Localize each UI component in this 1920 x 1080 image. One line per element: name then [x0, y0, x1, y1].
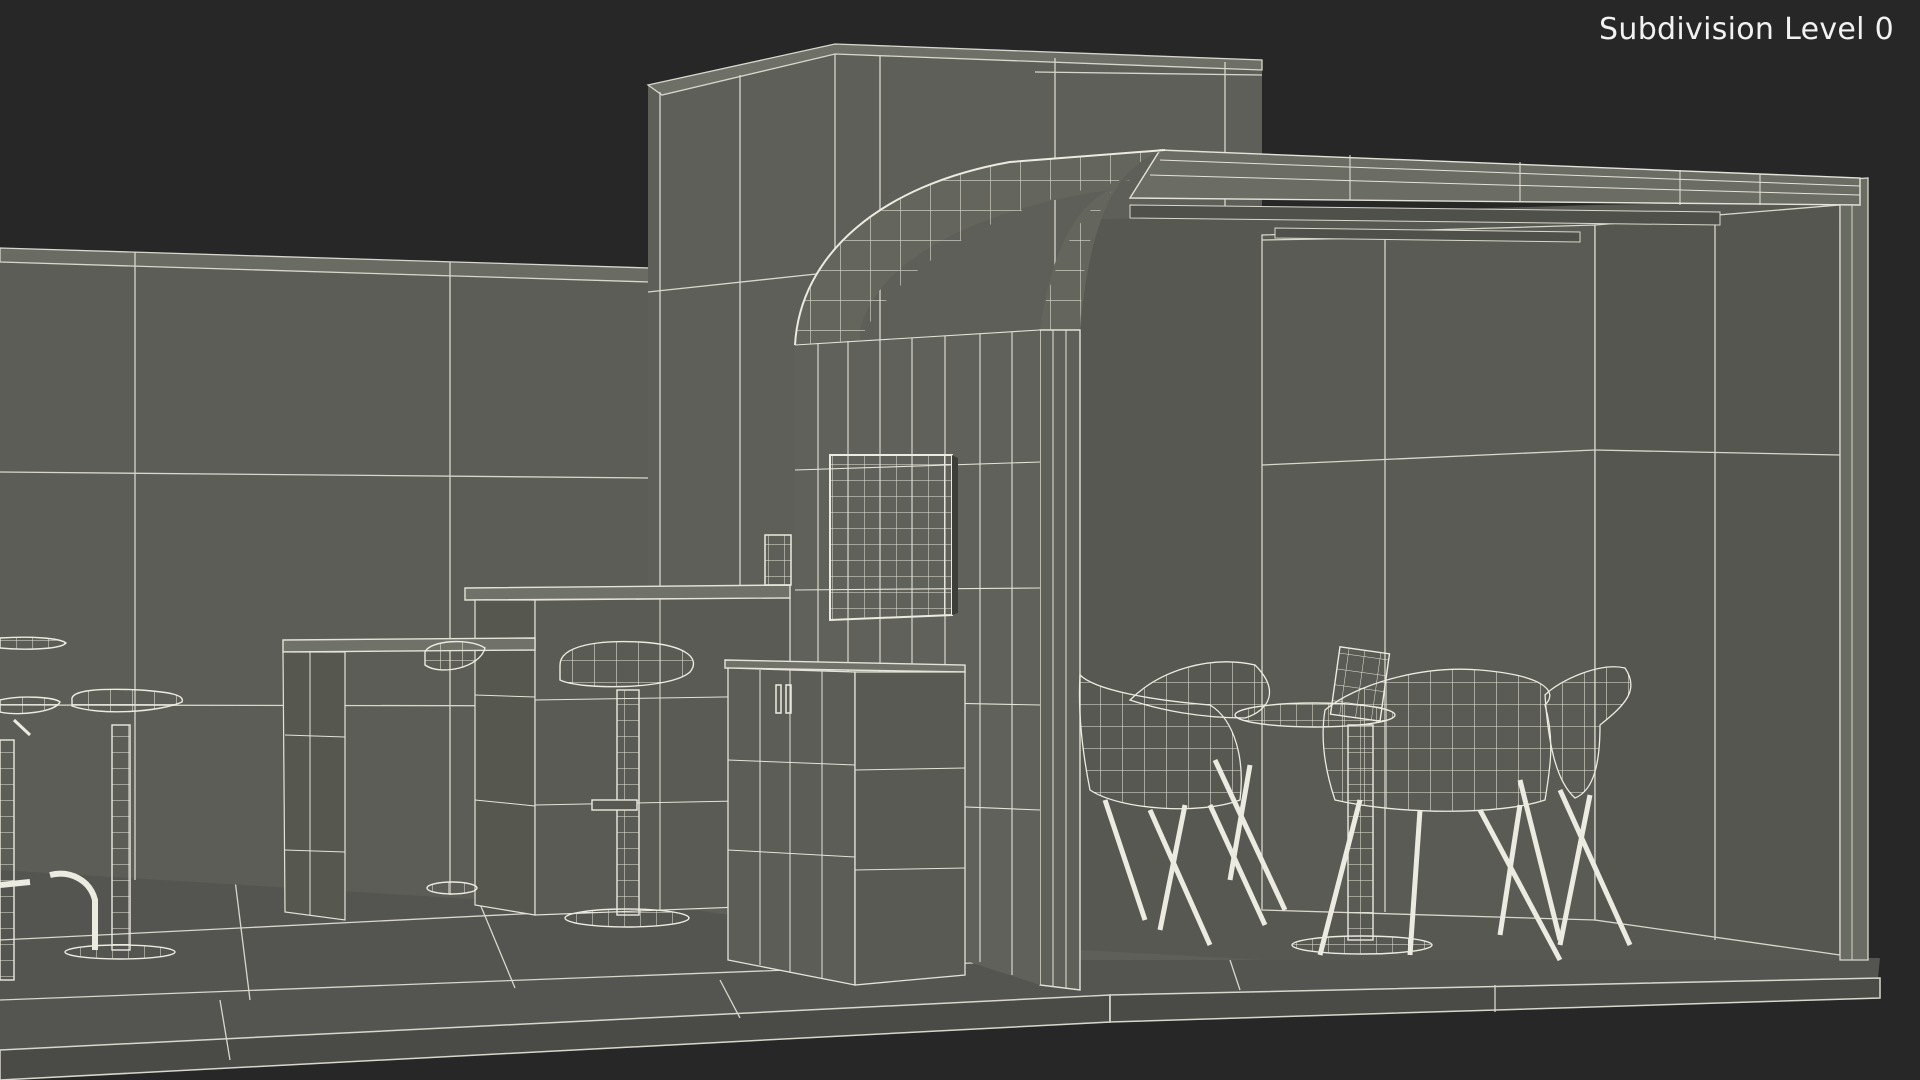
3d-viewport[interactable]: Subdivision Level 0: [0, 0, 1920, 1080]
round-table-edge: [0, 636, 67, 650]
wireframe-render[interactable]: [0, 0, 1920, 1080]
wall-screen: [829, 454, 958, 622]
subdivision-level-label: Subdivision Level 0: [1599, 12, 1894, 47]
right-room: [1080, 177, 1869, 961]
cabinet: [724, 659, 966, 986]
